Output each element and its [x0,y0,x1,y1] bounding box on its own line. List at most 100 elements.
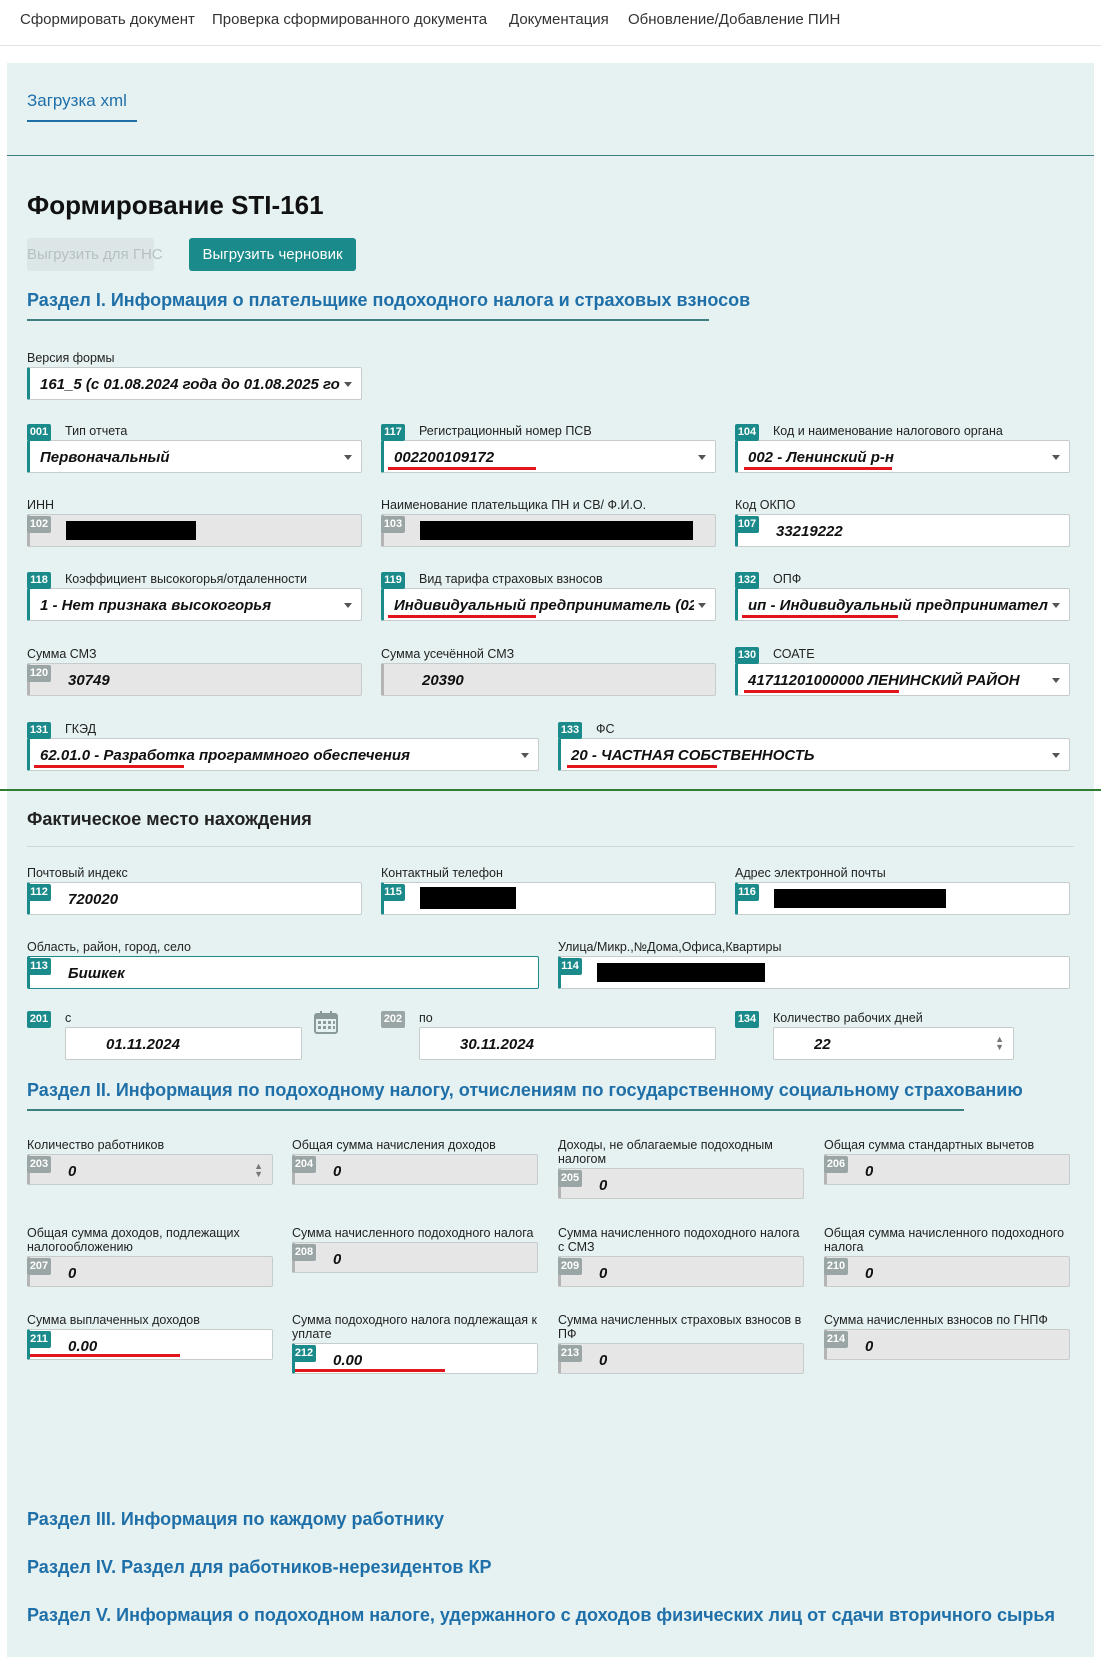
field-label: Область, район, город, село [27,940,191,954]
ownership-form-select[interactable]: 20 - ЧАСТНАЯ СОБСТВЕННОСТЬ [558,738,1070,771]
section-1-underline [27,319,709,321]
date-from-input[interactable]: 01.11.2024 [65,1027,302,1060]
calendar-icon[interactable] [313,1009,339,1035]
page-title: Формирование STI-161 [27,190,324,220]
altitude-coefficient-select[interactable]: 1 - Нет признака высокогорья [27,588,362,621]
pension-contributions-value: 0 [599,1352,608,1369]
field-code-badge: 104 [735,424,759,441]
tax-authority-value: 002 - Ленинский р-н [748,449,894,466]
field-code-badge: 208 [292,1244,316,1261]
standard-deductions-input: 0 [824,1154,1070,1185]
nav-update-pin[interactable]: Обновление/Добавление ПИН [628,11,840,28]
ownership-form-value: 20 - ЧАСТНАЯ СОБСТВЕННОСТЬ [571,747,815,764]
tariff-type-value: Индивидуальный предприниматель (02.0... [394,597,694,614]
field-code-badge: 116 [735,884,759,901]
paid-income-value: 0.00 [68,1338,98,1355]
gnpf-contributions-value: 0 [865,1338,874,1355]
field-label: Контактный телефон [381,866,503,880]
field-code-badge: 207 [27,1258,51,1275]
field-code-badge: 132 [735,572,759,589]
redacted-block [420,887,516,909]
okpo-input[interactable]: 33219222 [735,514,1070,547]
form-version-label: Версия формы [27,351,115,365]
standard-deductions-value: 0 [865,1163,874,1180]
section-4-link[interactable]: Раздел IV. Раздел для работников-нерезид… [27,1557,491,1578]
tab-active-underline [27,120,137,122]
field-code-badge: 133 [558,722,582,739]
accrued-tax-smz-value: 0 [599,1265,608,1282]
taxable-income-value: 0 [68,1265,77,1282]
field-code-badge: 001 [27,424,51,441]
smz-sum-input: 30749 [27,663,362,696]
gked-select[interactable]: 62.01.0 - Разработка программного обеспе… [27,738,539,771]
field-code-badge: 213 [558,1345,582,1362]
divider [0,789,1101,791]
tab-xml-upload[interactable]: Загрузка xml [27,91,127,111]
payer-name-input [381,514,716,547]
section-2-title[interactable]: Раздел II. Информация по подоходному нал… [27,1080,1023,1101]
paid-income-input[interactable]: 0.00 [27,1329,273,1360]
tax-payable-input[interactable]: 0.00 [292,1343,538,1374]
employees-count-input: 0 ▲ ▼ [27,1154,273,1185]
region-city-input[interactable]: Бишкек [27,956,539,989]
field-code-badge: 134 [735,1011,759,1028]
section-3-link[interactable]: Раздел III. Информация по каждому работн… [27,1509,444,1530]
tariff-type-select[interactable]: Индивидуальный предприниматель (02.0... [381,588,716,621]
export-draft-button[interactable]: Выгрузить черновик [189,238,356,271]
field-label: Вид тарифа страховых взносов [419,572,603,586]
form-version-select[interactable]: 161_5 (с 01.08.2024 года до 01.08.2025 г… [27,367,362,400]
stepper-icon[interactable]: ▲ ▼ [995,1035,1004,1052]
altitude-coefficient-value: 1 - Нет признака высокогорья [40,597,272,614]
chevron-down-icon [698,455,706,460]
field-label: Сумма начисленных страховых взносов в ПФ [558,1313,802,1341]
psv-number-select[interactable]: 002200109172 [381,440,716,473]
opf-value: ип - Индивидуальный предприниматель [748,597,1048,614]
field-label: Адрес электронной почты [735,866,886,880]
field-label: Сумма начисленного подоходного налога с … [558,1226,800,1254]
field-code-badge: 107 [735,516,759,533]
field-code-badge: 212 [292,1345,316,1362]
field-code-badge: 211 [27,1331,51,1348]
tax-authority-select[interactable]: 002 - Ленинский р-н [735,440,1070,473]
email-input[interactable] [735,882,1070,915]
postal-code-input[interactable]: 720020 [27,882,362,915]
field-label: Сумма выплаченных доходов [27,1313,200,1327]
nav-generate-document[interactable]: Сформировать документ [20,11,195,28]
nav-check-document[interactable]: Проверка сформированного документа [212,11,487,28]
date-from-value: 01.11.2024 [106,1036,180,1053]
working-days-value: 22 [814,1036,831,1053]
field-code-badge: 114 [558,958,582,975]
region-city-value: Бишкек [68,965,125,982]
field-code-badge: 206 [824,1156,848,1173]
chevron-down-icon [344,603,352,608]
export-ghns-button[interactable]: Выгрузить для ГНС [27,238,163,271]
field-code-badge: 112 [27,884,51,901]
field-label: по [419,1011,433,1025]
field-label: Количество работников [27,1138,165,1152]
soate-select[interactable]: 41711201000000 ЛЕНИНСКИЙ РАЙОН [735,663,1070,696]
section-1-title[interactable]: Раздел I. Информация о плательщике подох… [27,290,750,311]
red-underline [30,1354,180,1357]
top-navigation: Сформировать документ Проверка сформиров… [0,0,1101,46]
field-code-badge: 130 [735,647,759,664]
nav-documentation[interactable]: Документация [509,11,609,28]
field-code-badge: 203 [27,1156,51,1173]
inn-input [27,514,362,547]
section-5-link[interactable]: Раздел V. Информация о подоходном налоге… [27,1605,1055,1626]
report-type-select[interactable]: Первоначальный [27,440,362,473]
working-days-input[interactable]: 22 ▲ ▼ [773,1027,1014,1060]
soate-value: 41711201000000 ЛЕНИНСКИЙ РАЙОН [748,672,1020,689]
red-underline [744,690,899,693]
field-code-badge: 131 [27,722,51,739]
non-taxable-income-input: 0 [558,1168,804,1199]
field-label: Общая сумма доходов, подлежащих налогооб… [27,1226,240,1254]
divider [27,846,1074,847]
street-address-input[interactable] [558,956,1070,989]
location-title: Фактическое место нахождения [27,809,312,829]
opf-select[interactable]: ип - Индивидуальный предприниматель [735,588,1070,621]
phone-input[interactable] [381,882,716,915]
pension-contributions-input: 0 [558,1343,804,1374]
date-to-input[interactable]: 30.11.2024 [419,1027,716,1060]
field-code-badge: 205 [558,1170,582,1187]
okpo-value: 33219222 [776,523,843,540]
